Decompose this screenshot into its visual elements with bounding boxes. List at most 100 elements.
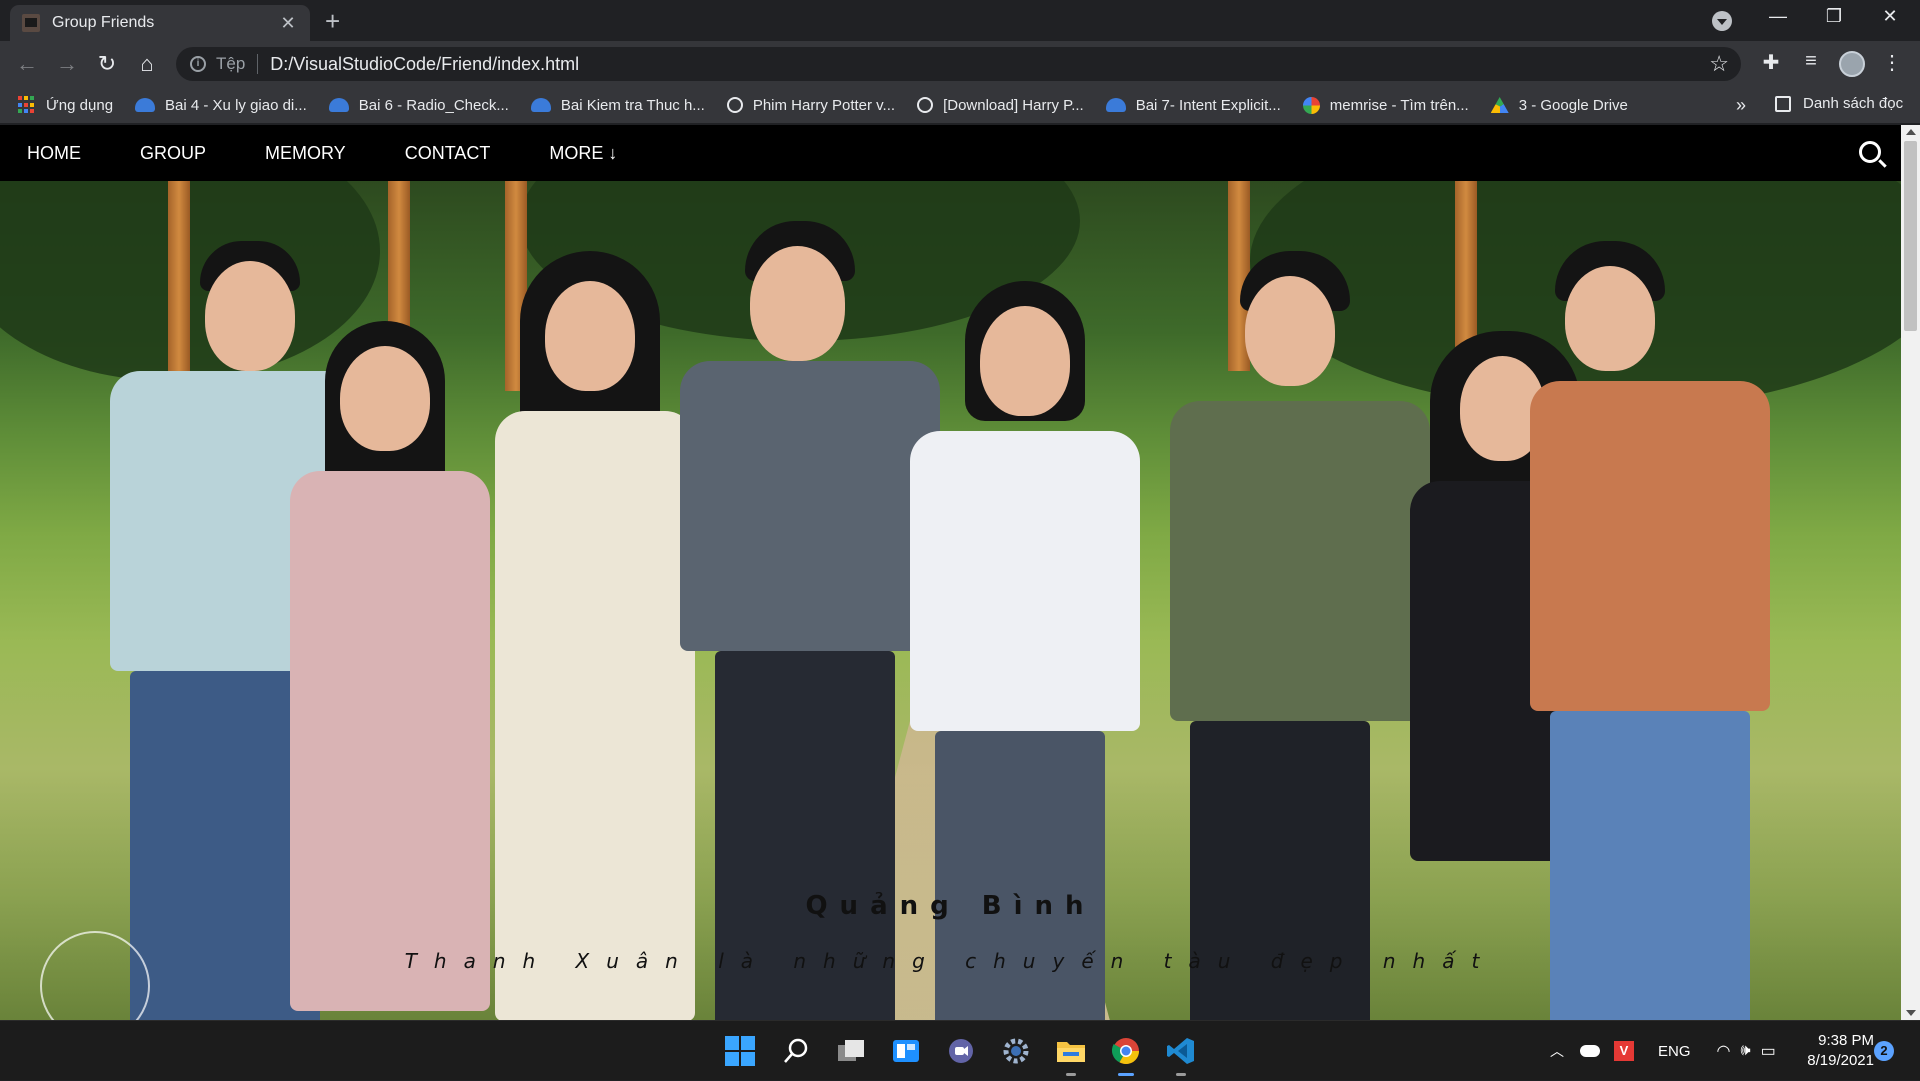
- start-button[interactable]: [722, 1033, 758, 1069]
- task-view-icon[interactable]: [833, 1033, 869, 1069]
- bookmark-label: 3 - Google Drive: [1518, 96, 1628, 114]
- drive-icon: [1490, 97, 1509, 113]
- settings-gear-icon[interactable]: [998, 1033, 1034, 1069]
- clock-date: 8/19/2021: [1807, 1052, 1874, 1069]
- reading-list-icon: [1775, 95, 1791, 112]
- bookmark-star-icon[interactable]: ☆: [1709, 51, 1729, 77]
- restore-button[interactable]: ❐: [1806, 6, 1862, 27]
- bookmark-item[interactable]: [Download] Harry P...: [917, 97, 1084, 114]
- google-icon: [1302, 96, 1320, 114]
- scrollbar-thumb[interactable]: [1904, 141, 1917, 331]
- tab-strip: Group Friends ✕ + — ❐ ✕: [0, 0, 1920, 41]
- system-tray: ︿ V ENG ◠ 🕪 ▭: [1550, 1021, 1776, 1081]
- bookmark-label: Phim Harry Potter v...: [752, 96, 896, 114]
- minimize-button[interactable]: —: [1750, 6, 1806, 27]
- profile-avatar[interactable]: [1839, 51, 1865, 77]
- cloud-icon: [135, 98, 156, 112]
- browser-tab[interactable]: Group Friends ✕: [10, 5, 310, 41]
- cloud-icon: [328, 98, 349, 112]
- windows-taskbar: ︿ V ENG ◠ 🕪 ▭ 9:38 PM 8/19/2021 2: [0, 1020, 1920, 1080]
- hero-title: Quảng Bình: [805, 891, 1096, 921]
- bookmark-label: memrise - Tìm trên...: [1329, 96, 1469, 114]
- search-taskbar-icon[interactable]: [778, 1033, 814, 1069]
- windows-logo-icon: [725, 1036, 755, 1066]
- nav-contact[interactable]: CONTACT: [405, 143, 491, 164]
- page-favicon-icon: [22, 14, 40, 32]
- bookmark-label: Bai 6 - Radio_Check...: [358, 96, 509, 114]
- bookmark-item[interactable]: Phim Harry Potter v...: [726, 96, 896, 114]
- tab-close-icon[interactable]: ✕: [278, 13, 298, 34]
- back-arrow-icon[interactable]: ←: [12, 49, 42, 79]
- bookmark-label: Ứng dụng: [46, 96, 114, 114]
- tab-title: Group Friends: [52, 14, 155, 31]
- site-info-icon[interactable]: i: [190, 56, 206, 72]
- nav-home[interactable]: HOME: [27, 143, 81, 164]
- menu-kebab-icon[interactable]: ⋮: [1878, 50, 1906, 75]
- globe-icon: [917, 97, 934, 113]
- running-indicator: [1176, 1073, 1186, 1076]
- chat-icon[interactable]: [943, 1033, 979, 1069]
- forward-arrow-icon[interactable]: →: [52, 49, 82, 79]
- nav-group[interactable]: GROUP: [140, 143, 206, 164]
- scroll-up-icon[interactable]: [1906, 129, 1916, 135]
- close-window-button[interactable]: ✕: [1862, 6, 1918, 27]
- clock-time: 9:38 PM: [1818, 1032, 1874, 1049]
- bookmark-item[interactable]: memrise - Tìm trên...: [1302, 96, 1469, 114]
- bookmark-label: Bai Kiem tra Thuc h...: [560, 96, 705, 114]
- cloud-icon: [530, 98, 551, 112]
- scroll-down-icon[interactable]: [1906, 1010, 1916, 1016]
- wooden-post: [168, 181, 190, 401]
- media-queue-icon[interactable]: ≡: [1797, 50, 1825, 73]
- reading-list-label: Danh sách đọc: [1803, 95, 1904, 112]
- active-app-indicator: [1118, 1073, 1134, 1076]
- address-bar[interactable]: i Tệp D:/VisualStudioCode/Friend/index.h…: [176, 47, 1741, 81]
- onedrive-cloud-icon[interactable]: [1580, 1045, 1600, 1057]
- tab-search-icon[interactable]: [1712, 11, 1732, 31]
- wifi-icon[interactable]: ◠: [1717, 1041, 1731, 1061]
- url-text[interactable]: D:/VisualStudioCode/Friend/index.html: [270, 54, 579, 75]
- page-scrollbar[interactable]: [1901, 125, 1920, 1020]
- search-icon[interactable]: [1859, 141, 1881, 163]
- bookmark-label: Bai 4 - Xu ly giao di...: [165, 96, 307, 114]
- running-indicator: [1066, 1073, 1076, 1076]
- bookmark-item[interactable]: Bai 7- Intent Explicit...: [1105, 96, 1281, 114]
- extensions-puzzle-icon[interactable]: ✚: [1757, 50, 1785, 75]
- antivirus-v-icon[interactable]: V: [1614, 1041, 1634, 1061]
- reload-icon[interactable]: ↻: [92, 49, 122, 79]
- battery-icon[interactable]: ▭: [1761, 1041, 1776, 1061]
- bookmark-label: [Download] Harry P...: [943, 96, 1084, 114]
- browser-toolbar: ← → ↻ ⌂ i Tệp D:/VisualStudioCode/Friend…: [0, 41, 1920, 87]
- globe-icon: [726, 97, 743, 113]
- bookmark-label: Bai 7- Intent Explicit...: [1135, 96, 1281, 114]
- bookmark-item[interactable]: Bai 6 - Radio_Check...: [328, 96, 509, 114]
- bookmark-item[interactable]: Bai Kiem tra Thuc h...: [530, 96, 705, 114]
- web-page: HOME GROUP MEMORY CONTACT MORE ↓ Quảng B…: [0, 125, 1901, 1020]
- bookmark-apps[interactable]: Ứng dụng: [18, 96, 113, 114]
- bookmarks-bar: Ứng dụng Bai 4 - Xu ly giao di... Bai 6 …: [0, 87, 1920, 124]
- bookmarks-overflow-button[interactable]: »: [1736, 95, 1746, 116]
- clock[interactable]: 9:38 PM 8/19/2021: [1796, 1031, 1874, 1071]
- file-explorer-icon[interactable]: [1053, 1033, 1089, 1076]
- vscode-icon[interactable]: [1163, 1033, 1199, 1076]
- hero-subtitle: Thanh Xuân là những chuyến tàu đẹp nhất: [404, 949, 1497, 973]
- bookmark-item[interactable]: 3 - Google Drive: [1490, 96, 1628, 114]
- chrome-icon[interactable]: [1108, 1033, 1144, 1076]
- omnibox-divider: [257, 54, 259, 74]
- language-indicator[interactable]: ENG: [1658, 1043, 1691, 1060]
- widgets-icon[interactable]: [888, 1033, 924, 1069]
- home-icon[interactable]: ⌂: [132, 49, 162, 79]
- reading-list-button[interactable]: Danh sách đọc: [1775, 95, 1903, 112]
- apps-grid-icon: [18, 96, 36, 114]
- scheme-label: Tệp: [216, 54, 246, 73]
- volume-icon[interactable]: 🕪: [1740, 1042, 1750, 1060]
- show-hidden-icons-chevron-icon[interactable]: ︿: [1550, 1041, 1564, 1061]
- nav-more[interactable]: MORE ↓: [549, 143, 617, 164]
- hero-photo: Quảng Bình Thanh Xuân là những chuyến tà…: [0, 181, 1901, 1020]
- notification-badge[interactable]: 2: [1874, 1041, 1894, 1061]
- bookmark-item[interactable]: Bai 4 - Xu ly giao di...: [135, 97, 307, 114]
- nav-memory[interactable]: MEMORY: [265, 143, 346, 164]
- new-tab-button[interactable]: +: [325, 8, 340, 34]
- site-navbar: HOME GROUP MEMORY CONTACT MORE ↓: [0, 125, 1901, 181]
- background-tree: [0, 181, 380, 381]
- cloud-icon: [1105, 98, 1126, 112]
